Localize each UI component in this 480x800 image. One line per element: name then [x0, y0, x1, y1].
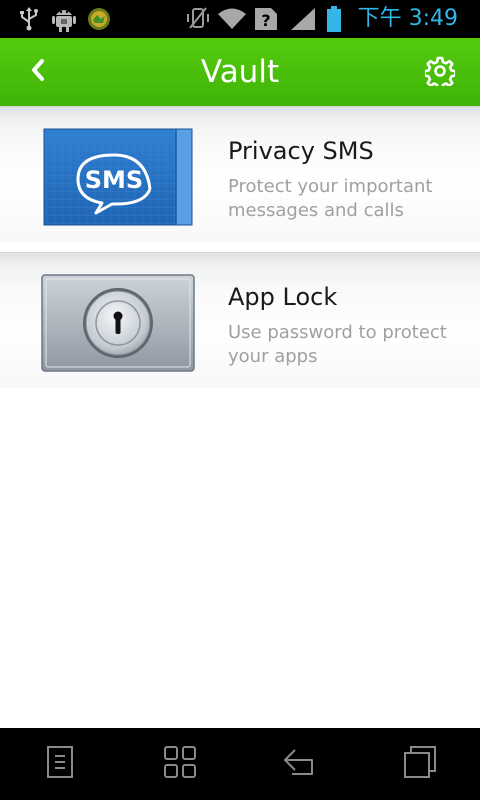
privacy-sms-card[interactable]: SMS Privacy SMS Protect your important m…: [0, 106, 480, 242]
settings-button[interactable]: [420, 53, 460, 93]
sms-icon: SMS: [38, 127, 198, 227]
privacy-sms-title: Privacy SMS: [228, 137, 374, 165]
keyhole-lock-icon: [38, 273, 198, 373]
status-clock: 下午 3:49: [357, 6, 458, 31]
usb-icon: [16, 0, 42, 38]
nav-back-button[interactable]: [240, 728, 360, 800]
chevron-left-icon: [30, 58, 46, 86]
back-icon: [282, 746, 318, 782]
apps-grid-icon: [163, 745, 197, 783]
screen: ? 下午 3:49 Vault SMS Privacy SMS Protect …: [0, 0, 480, 800]
page-title: Vault: [200, 54, 280, 90]
apps-button[interactable]: [120, 728, 240, 800]
status-bar: ? 下午 3:49: [0, 0, 480, 38]
app-lock-card[interactable]: App Lock Use password to protect your ap…: [0, 252, 480, 388]
menu-button[interactable]: [0, 728, 120, 800]
recent-apps-icon: [403, 745, 437, 783]
recent-apps-button[interactable]: [360, 728, 480, 800]
app-lock-title: App Lock: [228, 283, 338, 311]
gear-icon: [423, 56, 457, 91]
privacy-sms-description: Protect your important messages and call…: [228, 176, 433, 221]
sms-icon-label: SMS: [85, 166, 143, 194]
no-sim-icon: ?: [252, 0, 280, 38]
app-notification-icon: [86, 0, 112, 38]
menu-icon: [45, 745, 75, 783]
signal-icon: [288, 0, 318, 38]
android-debug-icon: [50, 0, 78, 38]
action-bar: Vault: [0, 38, 480, 106]
battery-icon: [324, 0, 344, 38]
back-button[interactable]: [18, 48, 58, 96]
app-lock-description: Use password to protect your apps: [228, 322, 447, 367]
vibrate-icon: [184, 0, 212, 38]
wifi-icon: [216, 0, 248, 38]
svg-text:?: ?: [261, 11, 270, 30]
nav-bar: [0, 728, 480, 800]
